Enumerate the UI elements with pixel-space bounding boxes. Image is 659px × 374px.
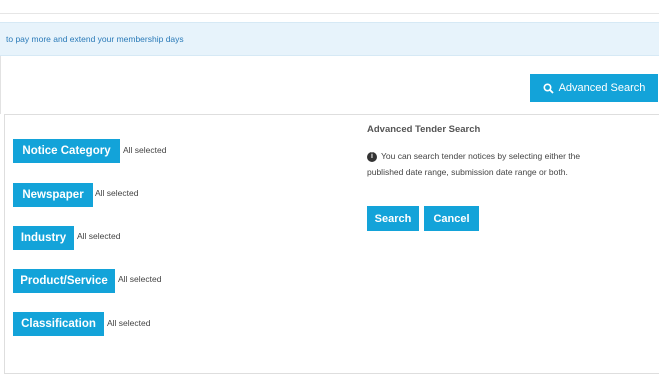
classification-status: All selected xyxy=(107,318,151,328)
cancel-button[interactable]: Cancel xyxy=(424,206,479,231)
notice-category-label: Notice Category xyxy=(22,145,111,157)
newspaper-status: All selected xyxy=(95,188,139,198)
banner-text: to pay more and extend your membership d… xyxy=(6,34,184,44)
advanced-search-button[interactable]: Advanced Search xyxy=(530,74,658,102)
industry-label: Industry xyxy=(20,232,67,244)
search-icon xyxy=(543,82,554,94)
advanced-search-label: Advanced Search xyxy=(558,82,646,94)
advanced-search-info-text: You can search tender notices by selecti… xyxy=(367,151,581,177)
industry-status: All selected xyxy=(77,231,121,241)
newspaper-label: Newspaper xyxy=(22,189,84,201)
industry-button[interactable]: Industry xyxy=(13,226,74,250)
membership-banner: to pay more and extend your membership d… xyxy=(0,22,659,56)
notice-category-status: All selected xyxy=(123,145,167,155)
product-service-label: Product/Service xyxy=(20,275,108,287)
toolbar: Advanced Search xyxy=(0,56,659,114)
notice-category-button[interactable]: Notice Category xyxy=(13,139,120,163)
newspaper-button[interactable]: Newspaper xyxy=(13,183,93,207)
advanced-search-title: Advanced Tender Search xyxy=(367,124,481,135)
search-button-label: Search xyxy=(374,212,412,225)
cancel-button-label: Cancel xyxy=(433,212,470,225)
classification-button[interactable]: Classification xyxy=(13,312,104,336)
info-icon: i xyxy=(367,151,377,162)
classification-label: Classification xyxy=(21,318,96,330)
top-divider xyxy=(0,0,659,14)
product-service-button[interactable]: Product/Service xyxy=(13,269,115,293)
product-service-status: All selected xyxy=(118,274,162,284)
search-button[interactable]: Search xyxy=(367,206,419,231)
advanced-search-info: i You can search tender notices by select… xyxy=(367,148,607,180)
